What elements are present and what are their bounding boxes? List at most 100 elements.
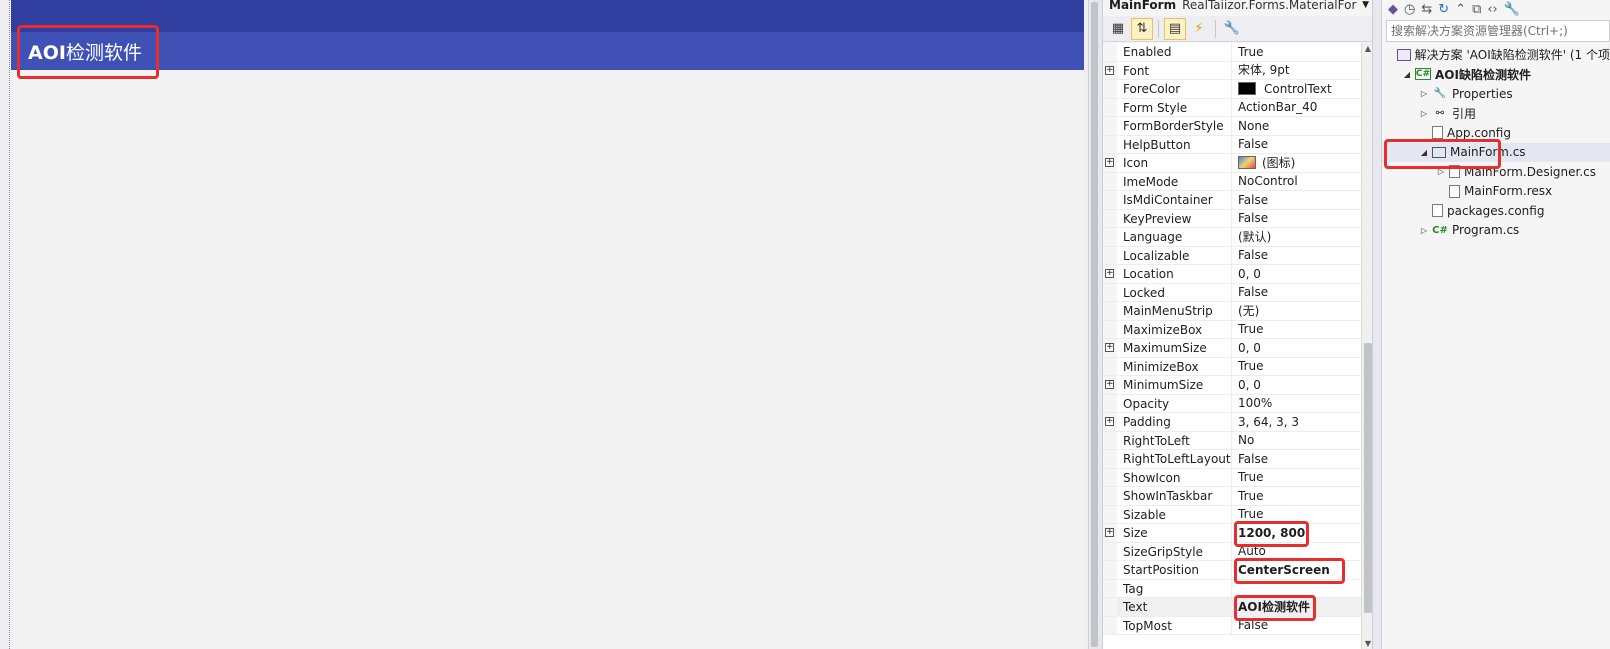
property-value[interactable]: True — [1232, 358, 1361, 376]
property-grid[interactable]: Enabled True + Font 宋体, 9pt ForeColor ControlT… — [1103, 43, 1361, 649]
property-value[interactable]: AOI检测软件 — [1232, 598, 1361, 616]
property-value[interactable]: False — [1232, 210, 1361, 228]
property-row-mainmenustrip[interactable]: MainMenuStrip (无) — [1103, 302, 1361, 321]
property-value[interactable]: 3, 64, 3, 3 — [1232, 413, 1361, 431]
property-row-helpbutton[interactable]: HelpButton False — [1103, 135, 1361, 154]
expand-arrow-icon[interactable]: ◢ — [1401, 70, 1413, 79]
property-row-enabled[interactable]: Enabled True — [1103, 43, 1361, 62]
chevron-down-icon[interactable]: ▼ — [1362, 0, 1369, 10]
property-row-text[interactable]: Text AOI检测软件 — [1103, 595, 1361, 621]
property-value[interactable]: (图标) — [1232, 154, 1361, 172]
expand-plus-icon[interactable]: + — [1105, 528, 1114, 537]
property-value[interactable]: 0, 0 — [1232, 265, 1361, 283]
expand-arrow-icon[interactable]: ◢ — [1418, 148, 1430, 157]
expand-arrow-icon[interactable]: ▷ — [1418, 109, 1430, 118]
property-value[interactable]: ActionBar_40 — [1232, 99, 1361, 117]
expand-plus-icon[interactable]: + — [1105, 417, 1114, 426]
property-row-icon[interactable]: + Icon (图标) — [1103, 154, 1361, 173]
property-value[interactable]: 0, 0 — [1232, 376, 1361, 394]
property-row-sizable[interactable]: Sizable True — [1103, 505, 1361, 524]
alphabetical-sort-icon[interactable]: ⇅ — [1131, 17, 1153, 40]
tree-item[interactable]: MainForm.resx — [1382, 182, 1610, 202]
property-row-startposition[interactable]: StartPosition CenterScreen — [1103, 558, 1361, 584]
property-row-imemode[interactable]: ImeMode NoControl — [1103, 172, 1361, 191]
property-row-tag[interactable]: Tag — [1103, 579, 1361, 598]
properties-wrench-icon[interactable]: 🔧 — [1504, 2, 1520, 17]
property-row-sizegripstyle[interactable]: SizeGripStyle Auto — [1103, 542, 1361, 561]
property-value[interactable]: True — [1232, 469, 1361, 487]
property-value[interactable]: False — [1232, 450, 1361, 468]
property-row-righttoleft[interactable]: RightToLeft No — [1103, 431, 1361, 450]
property-value[interactable]: False — [1232, 284, 1361, 302]
property-row-size[interactable]: + Size 1200, 800 — [1103, 521, 1361, 547]
property-row-language[interactable]: Language (默认) — [1103, 228, 1361, 247]
property-row-righttoleftlayout[interactable]: RightToLeftLayout False — [1103, 450, 1361, 469]
property-value[interactable] — [1232, 580, 1361, 598]
property-value[interactable]: True — [1232, 506, 1361, 524]
designer-scrollbar[interactable] — [1088, 0, 1099, 649]
property-row-padding[interactable]: + Padding 3, 64, 3, 3 — [1103, 413, 1361, 432]
expand-arrow-icon[interactable]: ▷ — [1435, 167, 1447, 176]
property-value[interactable]: 0, 0 — [1232, 339, 1361, 357]
property-row-localizable[interactable]: Localizable False — [1103, 246, 1361, 265]
tree-item[interactable]: packages.config — [1382, 201, 1610, 221]
property-row-maximumsize[interactable]: + MaximumSize 0, 0 — [1103, 339, 1361, 358]
tree-item[interactable]: ◢ C# AOI缺陷检测软件 — [1382, 65, 1610, 85]
property-row-ismdicontainer[interactable]: IsMdiContainer False — [1103, 191, 1361, 210]
code-view-icon[interactable]: ‹› — [1487, 2, 1497, 17]
property-value[interactable]: (默认) — [1232, 228, 1361, 246]
property-value[interactable]: 宋体, 9pt — [1232, 62, 1361, 80]
property-value[interactable]: None — [1232, 117, 1361, 135]
solution-tree[interactable]: 解决方案 'AOI缺陷检测软件' (1 个项 ◢ C# AOI缺陷检测软件 ▷ 🔧 Prop… — [1382, 45, 1610, 240]
properties-view-icon[interactable]: ▤ — [1164, 17, 1186, 40]
property-row-minimizebox[interactable]: MinimizeBox True — [1103, 357, 1361, 376]
tree-item[interactable]: ▷ ⚯ 引用 — [1382, 104, 1610, 124]
property-value[interactable]: False — [1232, 136, 1361, 154]
property-value[interactable]: NoControl — [1232, 173, 1361, 191]
form-client-area[interactable] — [11, 70, 1084, 649]
vs-icon[interactable]: ◆ — [1388, 2, 1398, 17]
tree-item[interactable]: ◢ MainForm.cs — [1382, 142, 1610, 162]
property-value[interactable]: 1200, 800 — [1232, 524, 1361, 542]
property-value[interactable]: True — [1232, 43, 1361, 61]
property-value[interactable]: False — [1232, 617, 1361, 635]
property-value[interactable]: Auto — [1232, 543, 1361, 561]
property-row-keypreview[interactable]: KeyPreview False — [1103, 209, 1361, 228]
designer-scrollbar-thumb[interactable] — [1091, 2, 1098, 647]
tree-item[interactable]: App.config — [1382, 123, 1610, 143]
history-icon[interactable]: ◷ — [1404, 2, 1415, 17]
property-value[interactable]: No — [1232, 432, 1361, 450]
expand-plus-icon[interactable]: + — [1105, 269, 1114, 278]
tree-item[interactable]: ▷ MainForm.Designer.cs — [1382, 162, 1610, 182]
property-row-topmost[interactable]: TopMost False — [1103, 616, 1361, 635]
tree-item[interactable]: 解决方案 'AOI缺陷检测软件' (1 个项 — [1382, 45, 1610, 65]
property-grid-scrollbar-thumb[interactable] — [1364, 343, 1372, 613]
expand-plus-icon[interactable]: + — [1105, 65, 1114, 75]
panel-splitter[interactable] — [1372, 0, 1382, 649]
property-row-opacity[interactable]: Opacity 100% — [1103, 394, 1361, 413]
form-designer-surface[interactable]: AOI检测软件 — [0, 0, 1088, 649]
expand-plus-icon[interactable]: + — [1105, 380, 1114, 389]
tree-item[interactable]: ▷ C# Program.cs — [1382, 221, 1610, 241]
property-row-showicon[interactable]: ShowIcon True — [1103, 468, 1361, 487]
property-value[interactable]: False — [1232, 247, 1361, 265]
property-row-formborderstyle[interactable]: FormBorderStyle None — [1103, 117, 1361, 136]
property-value[interactable]: ControlText — [1232, 80, 1361, 98]
solution-search-input[interactable] — [1387, 21, 1609, 41]
expand-arrow-icon[interactable]: ▷ — [1418, 89, 1430, 98]
expand-plus-icon[interactable]: + — [1105, 343, 1114, 352]
property-value[interactable]: True — [1232, 487, 1361, 505]
expand-plus-icon[interactable]: + — [1105, 158, 1114, 167]
events-lightning-icon[interactable]: ⚡ — [1188, 18, 1210, 40]
property-pages-wrench-icon[interactable]: 🔧 — [1221, 18, 1243, 40]
property-row-location[interactable]: + Location 0, 0 — [1103, 265, 1361, 284]
property-value[interactable]: 100% — [1232, 395, 1361, 413]
property-row-maximizebox[interactable]: MaximizeBox True — [1103, 320, 1361, 339]
property-value[interactable]: True — [1232, 321, 1361, 339]
copy-icon[interactable]: ⧉ — [1472, 2, 1481, 17]
form-action-bar[interactable]: AOI检测软件 — [11, 32, 1084, 70]
property-row-locked[interactable]: Locked False — [1103, 283, 1361, 302]
properties-object-selector[interactable]: MainForm RealTaiizor.Forms.MaterialFor ▼ — [1103, 0, 1373, 16]
property-row-form-style[interactable]: Form Style ActionBar_40 — [1103, 98, 1361, 117]
solution-search-box[interactable] — [1386, 20, 1610, 42]
